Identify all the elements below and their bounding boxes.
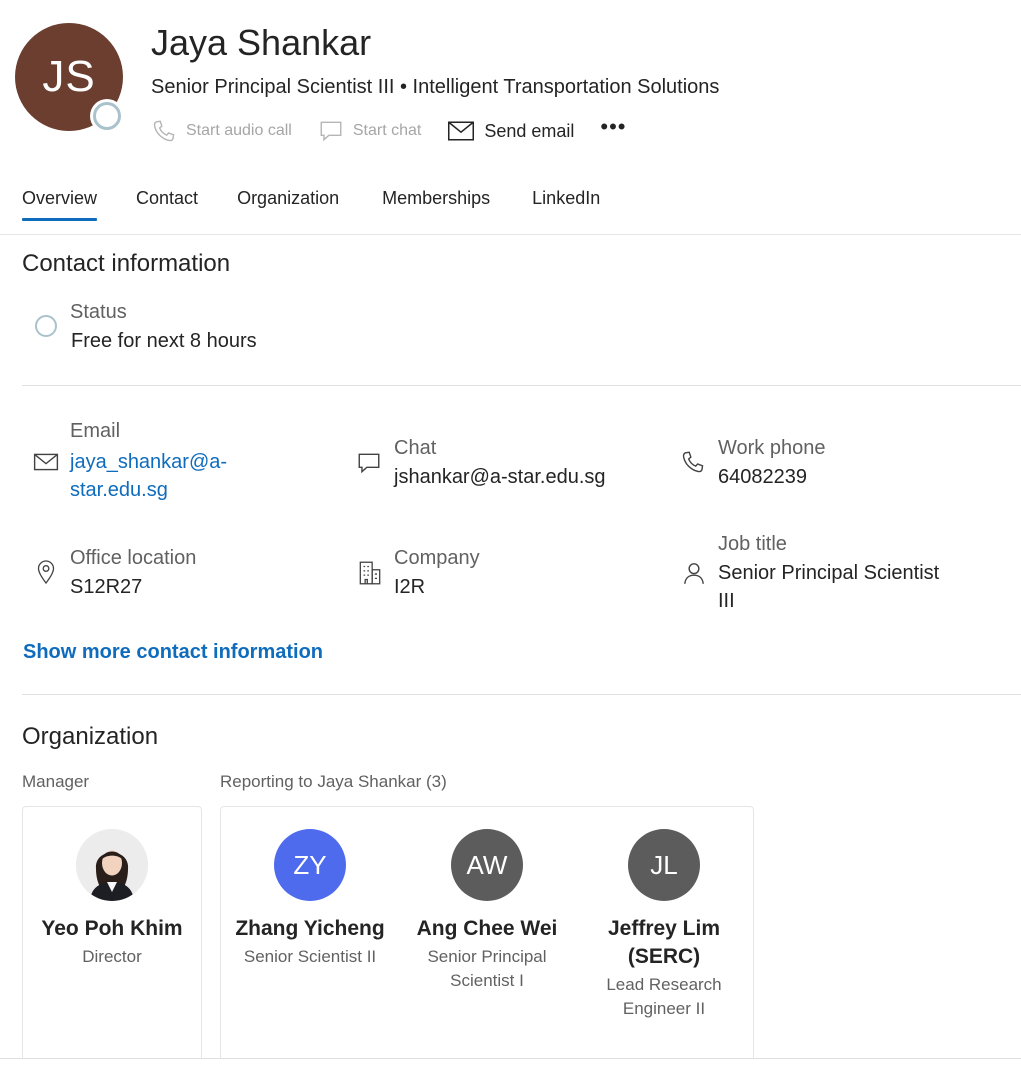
email-label: Email	[70, 420, 121, 442]
presence-indicator	[90, 99, 124, 133]
report-name-jl: Jeffrey Lim (SERC)	[579, 915, 749, 971]
organization-section-title: Organization	[22, 723, 159, 750]
start-audio-call-button[interactable]: Start audio call	[151, 118, 292, 144]
tabs-divider	[0, 234, 1021, 235]
report-title-zy: Senior Scientist II	[243, 947, 377, 966]
send-email-button[interactable]: Send email	[447, 118, 574, 144]
contact-divider	[22, 694, 1021, 695]
phone-icon	[682, 451, 704, 473]
tab-overview[interactable]: Overview	[22, 188, 98, 221]
report-initials-jl: JL	[650, 849, 678, 880]
profile-name: Jaya Shankar	[151, 22, 372, 63]
report-avatar-zy: ZY	[274, 829, 346, 901]
work-phone-value[interactable]: 64082239	[718, 463, 807, 491]
person-icon	[684, 563, 704, 584]
report-avatar-aw: AW	[451, 829, 523, 901]
report-title-jl: Lead Research Engineer II	[579, 973, 749, 1021]
status-presence-icon	[35, 315, 57, 337]
bottom-divider	[0, 1058, 1021, 1059]
tab-contact[interactable]: Contact	[136, 188, 198, 221]
chat-value[interactable]: jshankar@a-star.edu.sg	[394, 463, 606, 491]
office-location-value: S12R27	[70, 576, 143, 598]
profile-initials: JS	[42, 52, 96, 101]
status-value: Free for next 8 hours	[71, 330, 257, 352]
manager-name: Yeo Poh Khim	[41, 917, 183, 940]
tab-organization[interactable]: Organization	[237, 188, 339, 221]
tab-memberships[interactable]: Memberships	[382, 188, 490, 221]
action-bar: Start audio call Start chat Send email •…	[151, 116, 627, 146]
report-name-jl-line-2: (SERC)	[627, 945, 701, 968]
manager-person: Yeo Poh Khim Director	[27, 829, 197, 969]
tab-linkedin[interactable]: LinkedIn	[532, 188, 600, 221]
job-title-line-2: III	[718, 590, 735, 612]
mail-icon	[33, 453, 59, 471]
mail-icon	[448, 121, 475, 141]
building-icon	[359, 561, 381, 585]
report-title-aw-line-2: Scientist I	[450, 971, 524, 990]
start-audio-call-label: Start audio call	[186, 122, 292, 139]
profile-subtitle: Senior Principal Scientist III • Intelli…	[151, 76, 720, 98]
email-line-2: star.edu.sg	[70, 479, 168, 501]
manager-title: Director	[82, 947, 142, 966]
report-title-aw-line-1: Senior Principal	[427, 947, 547, 966]
job-title-label: Job title	[718, 533, 787, 555]
job-title-line-1: Senior Principal Scientist	[718, 562, 940, 584]
report-name-jl-line-1: Jeffrey Lim	[607, 917, 721, 940]
send-email-label: Send email	[484, 120, 575, 141]
report-person-zy[interactable]: ZY Zhang Yicheng Senior Scientist II	[225, 829, 395, 969]
job-title-value: Senior Principal Scientist III	[718, 559, 939, 615]
contact-section-title: Contact information	[22, 250, 231, 277]
manager-avatar-photo	[76, 829, 148, 901]
manager-label: Manager	[22, 772, 90, 791]
report-title-jl-line-2: Engineer II	[622, 999, 706, 1018]
start-chat-button[interactable]: Start chat	[318, 118, 421, 144]
work-phone-label: Work phone	[718, 437, 826, 459]
report-avatar-jl: JL	[628, 829, 700, 901]
location-pin-icon	[37, 560, 55, 585]
company-label: Company	[394, 547, 480, 569]
chat-icon	[358, 453, 380, 474]
report-name-aw: Ang Chee Wei	[416, 917, 558, 940]
report-initials-zy: ZY	[293, 849, 327, 880]
profile-tabs: Overview Contact Organization Membership…	[22, 188, 639, 221]
show-more-contact-link[interactable]: Show more contact information	[23, 641, 323, 664]
report-name-zy: Zhang Yicheng	[235, 917, 385, 940]
more-options-icon[interactable]: •••	[600, 116, 626, 140]
email-line-1: jaya_shankar@a-	[70, 451, 228, 473]
report-person-jl[interactable]: JL Jeffrey Lim (SERC) Lead Research Engi…	[579, 829, 749, 1021]
chat-label: Chat	[394, 437, 437, 459]
status-divider	[22, 385, 1021, 386]
report-title-jl-line-1: Lead Research	[606, 975, 722, 994]
office-location-label: Office location	[70, 547, 197, 569]
phone-icon	[153, 120, 175, 142]
start-chat-label: Start chat	[352, 122, 422, 139]
company-value: I2R	[394, 576, 426, 598]
email-link[interactable]: jaya_shankar@a- star.edu.sg	[70, 448, 227, 504]
report-person-aw[interactable]: AW Ang Chee Wei Senior Principal Scienti…	[402, 829, 572, 993]
chat-icon	[320, 121, 342, 142]
report-initials-aw: AW	[466, 849, 508, 880]
reports-label: Reporting to Jaya Shankar (3)	[220, 772, 447, 791]
report-title-aw: Senior Principal Scientist I	[402, 945, 572, 993]
status-label: Status	[70, 301, 127, 323]
profile-page: JS Jaya Shankar Senior Principal Scienti…	[0, 0, 1021, 1072]
